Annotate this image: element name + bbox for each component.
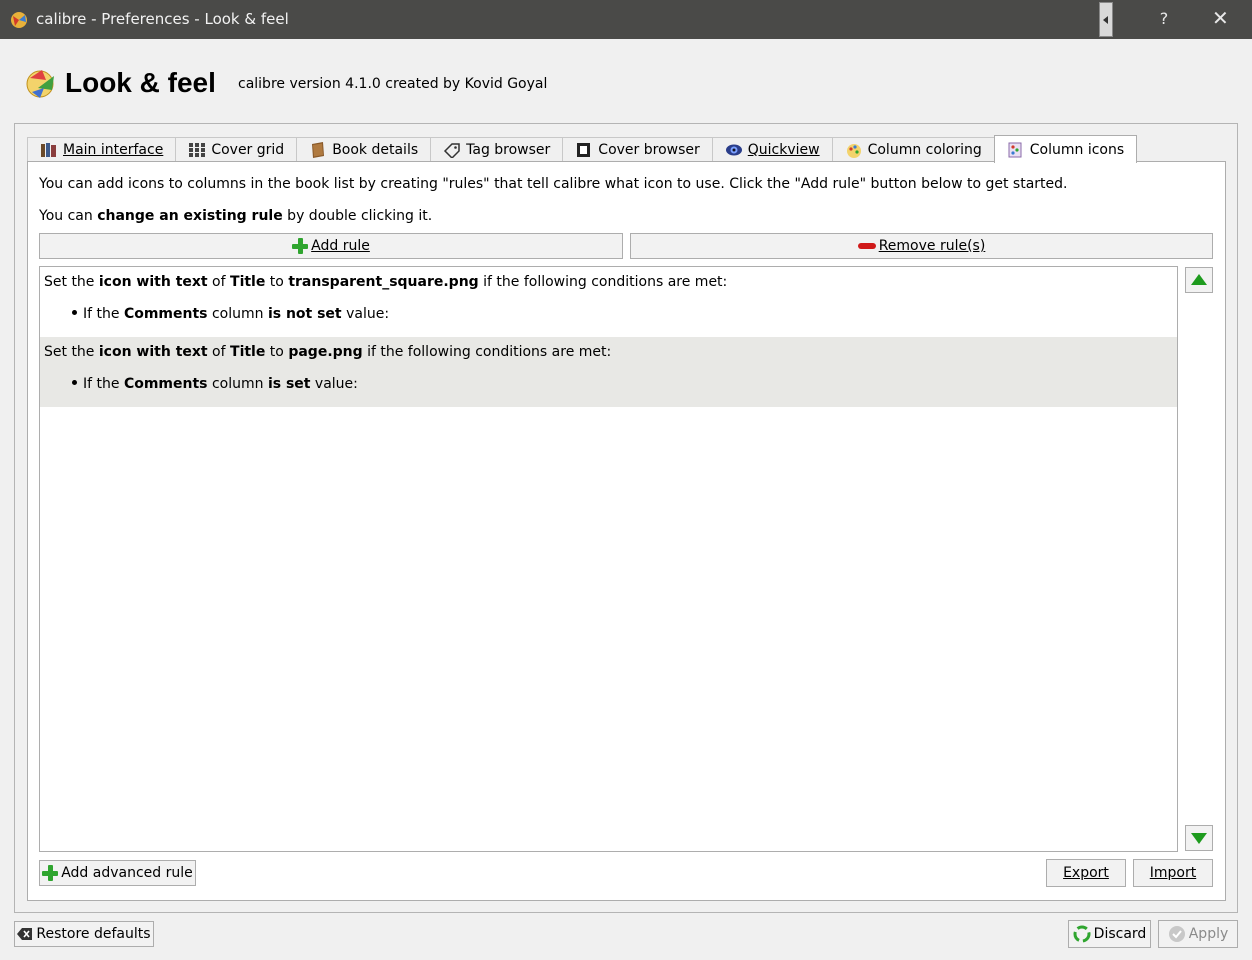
tab-label: Cover grid [211,142,285,158]
grid-icon [189,143,206,157]
close-window-button[interactable]: ✕ [1212,6,1229,30]
tab-label: Column icons [1029,141,1125,158]
rule-summary: Set the icon with text of Title to trans… [44,274,728,290]
tab-label: Main interface [63,142,164,158]
apply-label: Apply [1188,926,1229,942]
book-icon [312,142,325,158]
collapse-handle[interactable] [1099,2,1113,37]
help-text: You can add icons to columns in the book… [39,176,1068,192]
apply-button[interactable]: Apply [1158,920,1238,948]
list-item[interactable]: Set the icon with text of Title to trans… [40,267,1177,337]
restore-defaults-button[interactable]: Restore defaults [14,921,154,947]
import-button[interactable]: Import [1133,859,1213,887]
tab-bar: Main interface Cover grid Book details T… [27,135,1138,163]
tab-book-details[interactable]: Book details [296,137,432,162]
list-item[interactable]: Set the icon with text of Title to page.… [40,337,1177,407]
plus-icon [292,238,309,254]
calibre-app-icon [11,12,27,28]
tab-cover-browser[interactable]: Cover browser [562,137,713,162]
look-and-feel-icon [26,70,54,98]
rule-condition: If the Comments column is not set value: [72,306,389,322]
remove-rule-button[interactable]: Remove rule(s) [630,233,1213,259]
add-advanced-rule-button[interactable]: Add advanced rule [39,860,196,886]
window-title: calibre - Preferences - Look & feel [36,10,289,28]
tab-quickview[interactable]: Quickview [711,137,833,162]
rules-list[interactable]: Set the icon with text of Title to trans… [39,266,1178,852]
rule-summary: Set the icon with text of Title to page.… [44,344,612,360]
rule-condition: If the Comments column is set value: [72,376,358,392]
arrow-down-icon [1191,833,1207,844]
clear-icon [17,928,33,940]
column-icons-icon [1008,142,1022,157]
tab-label: Book details [332,142,419,158]
move-up-button[interactable] [1185,267,1213,293]
restore-label: Restore defaults [36,926,151,942]
add-advanced-label: Add advanced rule [61,865,193,881]
window-titlebar: calibre - Preferences - Look & feel ? ✕ [0,0,1252,39]
help-button[interactable]: ? [1157,9,1171,28]
add-rule-label: Add rule [311,238,370,254]
tab-label: Quickview [747,142,820,158]
eye-icon [725,144,742,156]
palette-icon [846,144,861,158]
tab-column-coloring[interactable]: Column coloring [831,137,995,162]
page-title: Look & feel [65,67,216,98]
tab-column-icons[interactable]: Column icons [993,135,1138,163]
tab-cover-grid[interactable]: Cover grid [175,137,298,162]
tab-tag-browser[interactable]: Tag browser [430,137,564,162]
remove-rule-label: Remove rule(s) [878,238,986,254]
add-rule-button[interactable]: Add rule [39,233,623,259]
tab-label: Column coloring [867,142,982,158]
check-icon [1168,926,1185,942]
tab-label: Tag browser [466,142,551,158]
edit-hint-text: You can change an existing rule by doubl… [39,208,433,224]
version-text: calibre version 4.1.0 created by Kovid G… [238,76,548,92]
recycle-icon [1073,925,1091,943]
move-down-button[interactable] [1185,825,1213,851]
arrow-up-icon [1191,274,1207,285]
tab-main-interface[interactable]: Main interface [27,137,177,162]
export-button[interactable]: Export [1046,859,1126,887]
discard-button[interactable]: Discard [1068,920,1151,948]
tab-label: Cover browser [598,142,700,158]
books-icon [41,143,56,157]
cover-icon [577,143,591,157]
tag-icon [444,143,460,158]
minus-icon [857,243,876,249]
discard-label: Discard [1093,926,1147,942]
plus-icon [42,865,59,881]
